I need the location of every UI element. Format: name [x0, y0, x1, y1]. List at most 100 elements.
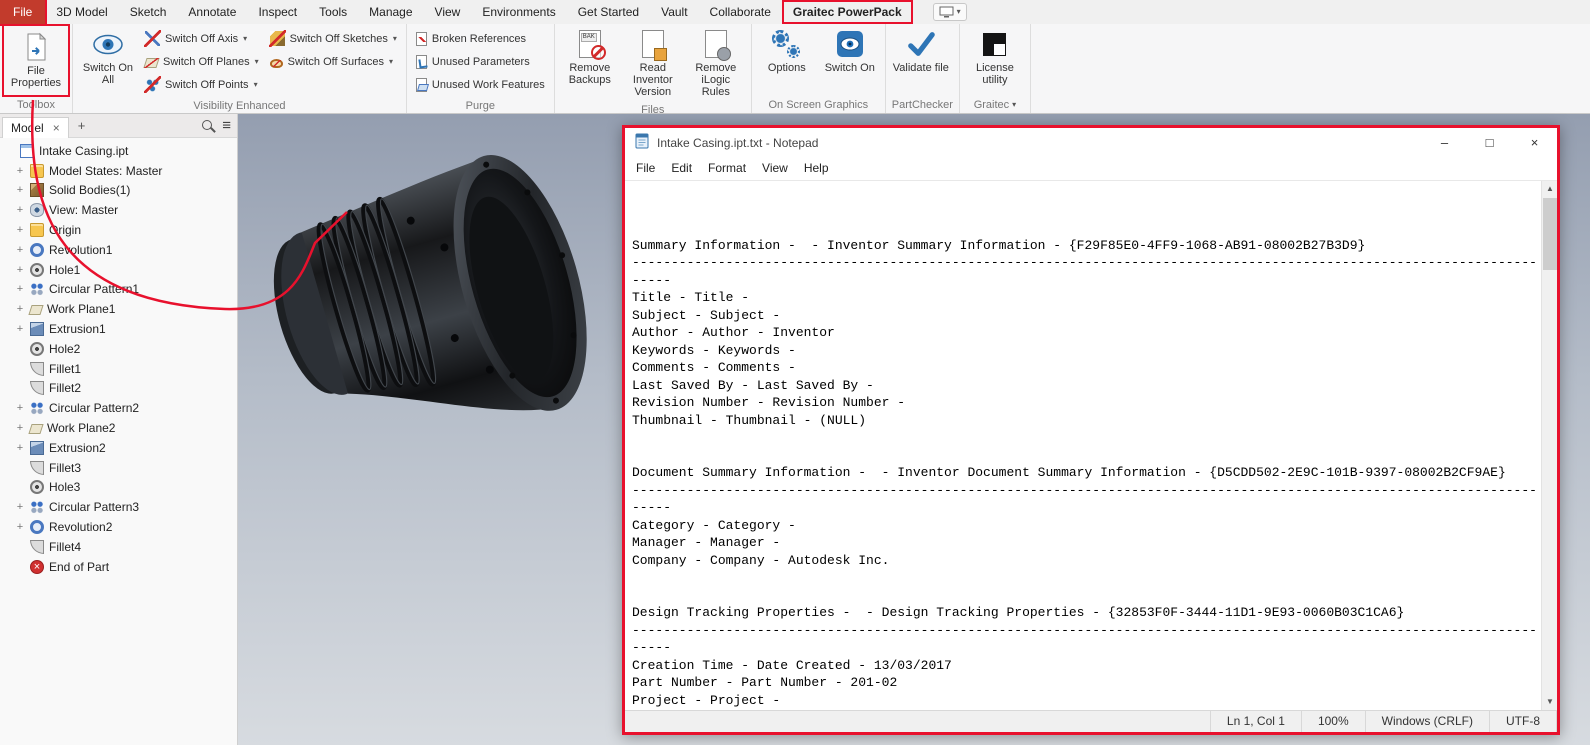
chevron-down-icon[interactable]: ▾ [243, 34, 247, 43]
unused-work-features-button[interactable]: Unused Work Features [412, 73, 549, 96]
scroll-down-icon[interactable]: ▼ [1542, 694, 1557, 710]
tree-item[interactable]: Fillet2 [0, 379, 237, 399]
tree-item-icon [30, 361, 44, 376]
tree-item[interactable]: End of Part [0, 557, 237, 577]
expander-icon[interactable]: + [15, 165, 25, 176]
menu-item[interactable]: 3D Model [45, 0, 118, 24]
file-properties-button[interactable]: File Properties [6, 30, 66, 91]
intake-casing-part-model[interactable] [246, 130, 636, 450]
notepad-text[interactable]: Summary Information - - Inventor Summary… [632, 184, 1539, 710]
tree-item[interactable]: + Revolution1 [0, 240, 237, 260]
menu-item[interactable]: Sketch [119, 0, 178, 24]
expander-icon[interactable]: + [15, 244, 25, 255]
options-button[interactable]: Options [757, 27, 817, 76]
add-tab-icon[interactable]: + [76, 118, 88, 133]
browser-menu-icon[interactable]: ≡ [222, 118, 231, 133]
tree-item[interactable]: + Circular Pattern2 [0, 398, 237, 418]
unused-parameters-button[interactable]: Unused Parameters [412, 50, 549, 73]
notepad-text-line: ----- [632, 500, 672, 515]
tree-item[interactable]: Hole3 [0, 478, 237, 498]
menu-item[interactable]: Inspect [247, 0, 308, 24]
expander-icon[interactable]: + [15, 442, 25, 453]
switch-on-all-button[interactable]: Switch On All [78, 27, 138, 88]
maximize-button[interactable]: □ [1467, 128, 1512, 158]
ribbon: File Properties Toolbox Switch On All Sw… [0, 24, 1590, 116]
broken-references-button[interactable]: Broken References [412, 27, 549, 50]
menu-item[interactable]: Environments [471, 0, 566, 24]
menu-item[interactable]: Manage [358, 0, 423, 24]
scrollbar-thumb[interactable] [1543, 198, 1557, 270]
tree-item[interactable]: + Solid Bodies(1) [0, 181, 237, 201]
tree-item[interactable]: + Circular Pattern1 [0, 280, 237, 300]
switch-off-sketches-button[interactable]: Switch Off Sketches ▾ [266, 27, 401, 50]
switch-off-axis-button[interactable]: Switch Off Axis ▾ [141, 27, 263, 50]
menu-item[interactable]: View [424, 0, 472, 24]
tree-item[interactable]: Fillet1 [0, 359, 237, 379]
tree-item[interactable]: + Origin [0, 220, 237, 240]
model-tab[interactable]: Model × [2, 116, 69, 138]
switch-off-planes-button[interactable]: Switch Off Planes ▾ [141, 50, 263, 73]
notepad-menu-item[interactable]: File [628, 158, 663, 180]
menu-item[interactable]: File [0, 0, 48, 26]
menu-item[interactable]: Tools [308, 0, 358, 24]
chevron-down-icon[interactable]: ▾ [393, 34, 397, 43]
menu-item[interactable]: Collaborate [699, 0, 782, 24]
menu-item[interactable]: Graitec PowerPack [781, 0, 913, 24]
tree-item[interactable]: + View: Master [0, 200, 237, 220]
chevron-down-icon[interactable]: ▾ [389, 57, 393, 66]
tree-item[interactable]: + Model States: Master [0, 161, 237, 181]
notepad-menu-item[interactable]: View [754, 158, 796, 180]
expander-icon[interactable]: + [15, 284, 25, 295]
tree-item[interactable]: Fillet3 [0, 458, 237, 478]
close-button[interactable]: × [1512, 128, 1557, 158]
tree-item[interactable]: Hole2 [0, 339, 237, 359]
notepad-menu-item[interactable]: Format [700, 158, 754, 180]
scroll-up-icon[interactable]: ▲ [1542, 181, 1557, 197]
notepad-titlebar[interactable]: Intake Casing.ipt.txt - Notepad – □ × [625, 128, 1557, 158]
expander-icon[interactable]: + [15, 423, 25, 434]
tree-item[interactable]: + Hole1 [0, 260, 237, 280]
tree-item[interactable]: + Extrusion1 [0, 319, 237, 339]
expander-icon[interactable]: + [15, 185, 25, 196]
switch-off-points-button[interactable]: Switch Off Points ▾ [141, 73, 263, 96]
chevron-down-icon[interactable]: ▾ [255, 57, 259, 66]
menu-item[interactable]: Annotate [177, 0, 247, 24]
tree-item[interactable]: + Work Plane2 [0, 418, 237, 438]
tree-item[interactable]: Fillet4 [0, 537, 237, 557]
remove-backups-button[interactable]: BAK Remove Backups [560, 27, 620, 88]
notepad-menu-item[interactable]: Help [796, 158, 837, 180]
search-icon[interactable] [201, 119, 215, 133]
minimize-button[interactable]: – [1422, 128, 1467, 158]
display-options-button[interactable]: ▾ [932, 3, 967, 21]
notepad-text-area[interactable]: Summary Information - - Inventor Summary… [625, 180, 1557, 710]
tree-item[interactable]: + Circular Pattern3 [0, 497, 237, 517]
menu-item[interactable]: Vault [650, 0, 698, 24]
expander-icon[interactable]: + [15, 522, 25, 533]
notepad-menu-item[interactable]: Edit [663, 158, 700, 180]
close-tab-icon[interactable]: × [53, 121, 60, 135]
chevron-down-icon: ▾ [956, 7, 961, 16]
read-inventor-version-button[interactable]: Read Inventor Version [623, 27, 683, 100]
tree-item[interactable]: + Work Plane1 [0, 299, 237, 319]
expander-icon[interactable]: + [15, 324, 25, 335]
tree-item-icon [28, 305, 44, 316]
scrollbar[interactable]: ▲ ▼ [1541, 181, 1557, 710]
menu-item[interactable]: Get Started [567, 0, 650, 24]
expander-icon[interactable]: + [15, 225, 25, 236]
eye-icon [93, 29, 123, 59]
remove-ilogic-rules-button[interactable]: Remove iLogic Rules [686, 27, 746, 100]
expander-icon[interactable]: + [15, 264, 25, 275]
tree-item[interactable]: Intake Casing.ipt [0, 141, 237, 161]
group-label-graitec[interactable]: Graitec ▾ [960, 97, 1030, 113]
expander-icon[interactable]: + [15, 403, 25, 414]
validate-file-button[interactable]: Validate file [891, 27, 951, 76]
switch-off-surfaces-button[interactable]: Switch Off Surfaces ▾ [266, 50, 401, 73]
expander-icon[interactable]: + [15, 205, 25, 216]
chevron-down-icon[interactable]: ▾ [254, 80, 258, 89]
tree-item[interactable]: + Extrusion2 [0, 438, 237, 458]
tree-item[interactable]: + Revolution2 [0, 517, 237, 537]
license-utility-button[interactable]: License utility [965, 27, 1025, 88]
switch-on-button[interactable]: Switch On [820, 27, 880, 76]
expander-icon[interactable]: + [15, 502, 25, 513]
expander-icon[interactable]: + [15, 304, 25, 315]
